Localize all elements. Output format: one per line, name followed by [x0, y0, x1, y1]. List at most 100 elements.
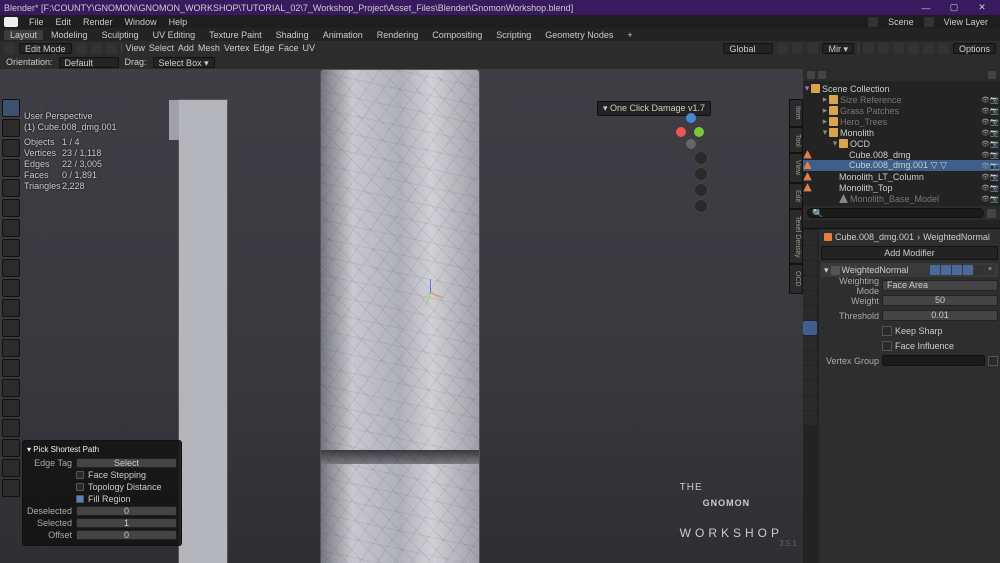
deselected-field[interactable]: 0	[76, 506, 177, 516]
proptab-material[interactable]	[803, 396, 817, 410]
weighting-mode-dropdown[interactable]: Face Area	[882, 280, 998, 291]
propedit-icon[interactable]	[807, 43, 818, 54]
tab-rendering[interactable]: Rendering	[371, 30, 425, 40]
mod-delete-button[interactable]: ×	[985, 265, 995, 275]
tab-compositing[interactable]: Compositing	[426, 30, 488, 40]
keepsharp-checkbox[interactable]	[882, 326, 892, 336]
add-modifier-button[interactable]: Add Modifier	[821, 246, 998, 260]
transform-gizmo[interactable]	[416, 279, 446, 309]
outliner-display-icon[interactable]	[818, 71, 826, 79]
tab-layout[interactable]: Layout	[4, 30, 43, 40]
minimize-button[interactable]: —	[912, 3, 940, 13]
proptab-constraint[interactable]	[803, 366, 817, 380]
tool-extrude[interactable]	[2, 279, 20, 297]
menu-face[interactable]: Face	[278, 43, 298, 53]
faceinfluence-checkbox[interactable]	[882, 341, 892, 351]
vertexgroup-field[interactable]	[882, 355, 985, 366]
tab-scripting[interactable]: Scripting	[490, 30, 537, 40]
proptab-render[interactable]	[803, 231, 817, 245]
tool-transform[interactable]	[2, 199, 20, 217]
topodist-checkbox[interactable]	[76, 483, 84, 491]
tool-cursor[interactable]	[2, 119, 20, 137]
operator-title[interactable]: ▾ Pick Shortest Path	[27, 445, 177, 454]
shading-matprev-icon[interactable]	[923, 43, 934, 54]
outliner-tree[interactable]: ▾Scene Collection▸Size Reference👁📷▸Grass…	[803, 81, 1000, 206]
mod-extras-icon[interactable]	[974, 265, 984, 275]
proptab-texture[interactable]	[803, 411, 817, 425]
axis-neg-icon[interactable]	[686, 139, 696, 149]
crumb-modifier[interactable]: WeightedNormal	[923, 232, 990, 242]
overlay-toggle-icon[interactable]	[863, 43, 874, 54]
nav-pan-icon[interactable]	[694, 167, 708, 181]
axis-y-icon[interactable]	[694, 127, 704, 137]
proptab-data[interactable]	[803, 381, 817, 395]
outliner-item[interactable]: Monolith_Base_Model👁📷	[803, 193, 1000, 204]
offset-field[interactable]: 0	[76, 530, 177, 540]
mirror-dropdown[interactable]: Mir ▾	[822, 43, 854, 54]
tool-rotate[interactable]	[2, 159, 20, 177]
menu-render[interactable]: Render	[78, 17, 118, 27]
outliner-search-input[interactable]	[807, 208, 984, 218]
tab-sculpting[interactable]: Sculpting	[96, 30, 145, 40]
tool-bevel[interactable]	[2, 319, 20, 337]
outliner-newcoll-icon[interactable]	[987, 209, 996, 218]
nav-gizmo[interactable]	[672, 111, 708, 147]
vg-invert-icon[interactable]	[988, 356, 998, 366]
tool-knife[interactable]	[2, 359, 20, 377]
weight-field[interactable]: 50	[882, 295, 998, 306]
nav-persp-icon[interactable]	[694, 199, 708, 213]
crumb-object[interactable]: Cube.008_dmg.001	[835, 232, 914, 242]
outliner-item[interactable]: ▸Hero_Trees👁📷	[803, 116, 1000, 127]
tool-polybuild[interactable]	[2, 379, 20, 397]
npanel-tool[interactable]: Tool	[789, 127, 803, 154]
outliner-item[interactable]: ▾Monolith👁📷	[803, 127, 1000, 138]
tab-add-workspace[interactable]: +	[621, 30, 638, 40]
facestep-checkbox[interactable]	[76, 471, 84, 479]
menu-add[interactable]: Add	[178, 43, 194, 53]
orientation-dropdown[interactable]: Global	[723, 43, 773, 54]
tab-uv[interactable]: UV Editing	[147, 30, 202, 40]
menu-select[interactable]: Select	[149, 43, 174, 53]
tool-edgeslide[interactable]	[2, 439, 20, 457]
vert-select-icon[interactable]	[76, 43, 87, 54]
selected-field[interactable]: 1	[76, 518, 177, 528]
axis-z-icon[interactable]	[686, 113, 696, 123]
editor-type-icon[interactable]	[4, 43, 15, 54]
viewport-3d[interactable]: User Perspective (1) Cube.008_dmg.001 Ob…	[0, 69, 803, 563]
outliner-item[interactable]: Cube.008_dmg👁📷	[803, 149, 1000, 160]
shading-wire-icon[interactable]	[893, 43, 904, 54]
tab-animation[interactable]: Animation	[317, 30, 369, 40]
xray-toggle-icon[interactable]	[878, 43, 889, 54]
menu-vertex[interactable]: Vertex	[224, 43, 250, 53]
tool-shrink[interactable]	[2, 459, 20, 477]
proptab-particle[interactable]	[803, 336, 817, 350]
outliner-item[interactable]: Monolith_Top👁📷	[803, 182, 1000, 193]
proptab-modifier[interactable]	[803, 321, 817, 335]
mod-render-toggle[interactable]	[963, 265, 973, 275]
tool-rip[interactable]	[2, 479, 20, 497]
proptab-world[interactable]	[803, 291, 817, 305]
viewlayer-selector[interactable]: View Layer	[940, 17, 992, 27]
tool-smooth[interactable]	[2, 419, 20, 437]
outliner-item[interactable]: Monolith_LT_Column👁📷	[803, 171, 1000, 182]
options-dropdown[interactable]: Options	[953, 43, 996, 54]
outliner-filter-icon[interactable]	[988, 71, 996, 79]
tool-inset[interactable]	[2, 299, 20, 317]
drag-value[interactable]: Select Box ▾	[153, 57, 215, 68]
mod-realtime-toggle[interactable]	[952, 265, 962, 275]
threshold-field[interactable]: 0.01	[882, 310, 998, 321]
menu-uv[interactable]: UV	[303, 43, 316, 53]
outliner-item[interactable]: ▸Size Reference👁📷	[803, 94, 1000, 105]
npanel-item[interactable]: Item	[789, 99, 803, 127]
tool-annotate[interactable]	[2, 219, 20, 237]
pivot-icon[interactable]	[777, 43, 788, 54]
npanel-view[interactable]: View	[789, 153, 803, 182]
shading-rendered-icon[interactable]	[938, 43, 949, 54]
edgetag-dropdown[interactable]: Select	[76, 458, 177, 468]
mode-dropdown[interactable]: Edit Mode	[19, 43, 72, 54]
outliner-editor-icon[interactable]	[807, 71, 815, 79]
menu-help[interactable]: Help	[164, 17, 193, 27]
tool-scale[interactable]	[2, 179, 20, 197]
axis-x-icon[interactable]	[676, 127, 686, 137]
shading-solid-icon[interactable]	[908, 43, 919, 54]
